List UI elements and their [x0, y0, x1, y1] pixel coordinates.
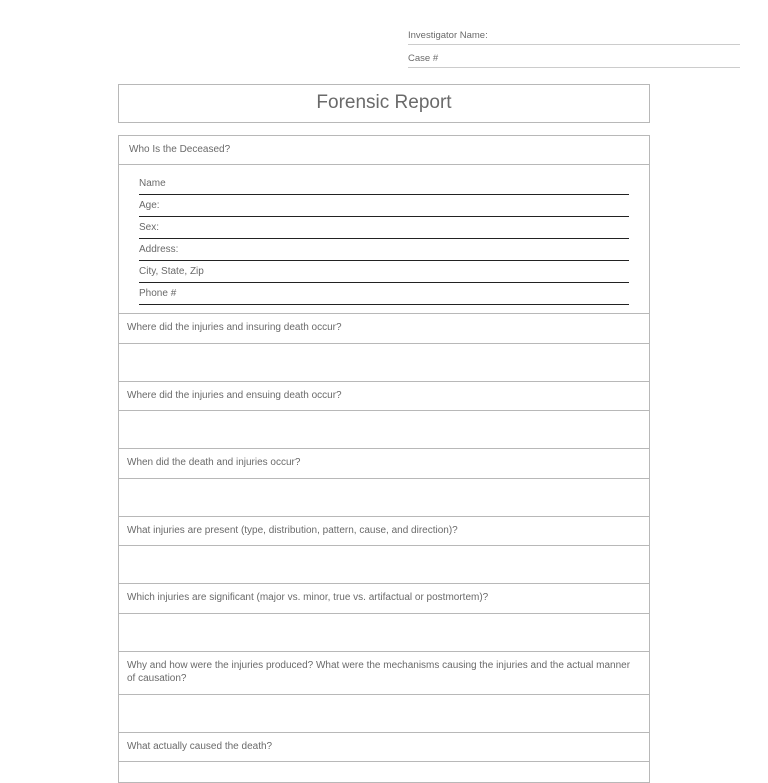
deceased-address-field[interactable]: Address: [139, 239, 629, 261]
report-title: Forensic Report [118, 84, 650, 123]
answer-why-how[interactable] [119, 695, 649, 733]
question-injuries-ensuing: Where did the injuries and ensuing death… [119, 382, 649, 412]
deceased-section-heading: Who Is the Deceased? [119, 136, 649, 165]
question-cause-of-death: What actually caused the death? [119, 733, 649, 763]
case-number-field[interactable]: Case # [408, 51, 740, 68]
question-when: When did the death and injuries occur? [119, 449, 649, 479]
question-injuries-insuring: Where did the injuries and insuring deat… [119, 314, 649, 344]
deceased-fields: Name Age: Sex: Address: City, State, Zip… [119, 165, 649, 314]
deceased-sex-field[interactable]: Sex: [139, 217, 629, 239]
deceased-phone-field[interactable]: Phone # [139, 283, 629, 305]
deceased-name-field[interactable]: Name [139, 173, 629, 195]
answer-injuries-present[interactable] [119, 546, 649, 584]
question-why-how: Why and how were the injuries produced? … [119, 652, 649, 695]
report-body: Who Is the Deceased? Name Age: Sex: Addr… [118, 135, 650, 783]
question-injuries-present: What injuries are present (type, distrib… [119, 517, 649, 547]
investigator-name-field[interactable]: Investigator Name: [408, 28, 740, 45]
answer-when[interactable] [119, 479, 649, 517]
header-fields: Investigator Name: Case # [408, 28, 740, 68]
answer-injuries-ensuing[interactable] [119, 411, 649, 449]
question-injuries-significant: Which injuries are significant (major vs… [119, 584, 649, 614]
answer-injuries-significant[interactable] [119, 614, 649, 652]
answer-injuries-insuring[interactable] [119, 344, 649, 382]
deceased-city-state-zip-field[interactable]: City, State, Zip [139, 261, 629, 283]
deceased-age-field[interactable]: Age: [139, 195, 629, 217]
answer-cause-of-death[interactable] [119, 762, 649, 782]
